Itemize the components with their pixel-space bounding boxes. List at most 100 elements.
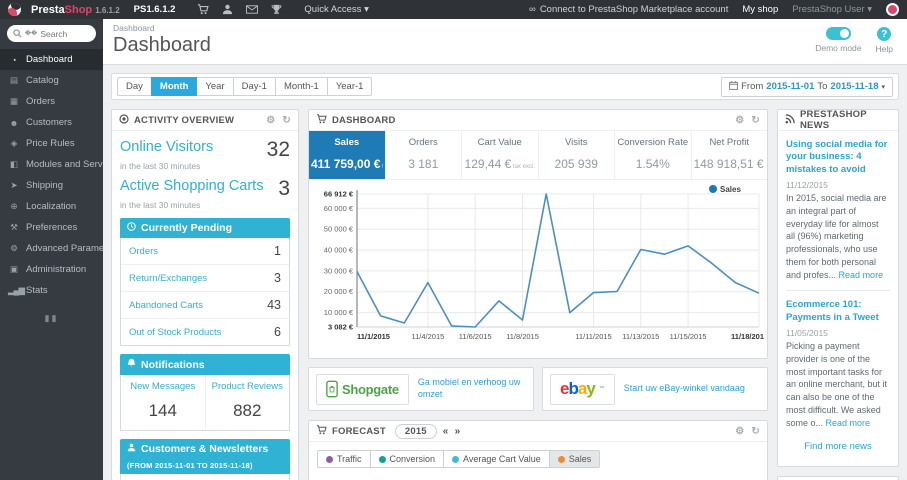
kpi-value: 3 181	[408, 157, 439, 171]
sidebar-item-modules-and-services[interactable]: ◧ Modules and Services	[0, 154, 103, 175]
sidebar-item-localization[interactable]: ⊕ Localization	[0, 196, 103, 217]
svg-text:Sales: Sales	[720, 185, 741, 194]
sidebar-item-shipping[interactable]: ➤ Shipping	[0, 175, 103, 196]
range-button-day-1[interactable]: Day-1	[232, 77, 276, 96]
sidebar-item-orders[interactable]: ▦ Orders	[0, 91, 103, 112]
next-year-button[interactable]: »	[455, 426, 461, 437]
forecast-metric-average-cart-value[interactable]: Average Cart Value	[443, 450, 550, 468]
svg-text:20 000 €: 20 000 €	[324, 287, 354, 296]
sidebar-item-preferences[interactable]: ⚒ Preferences	[0, 217, 103, 238]
online-visitors-link[interactable]: Online Visitors	[120, 139, 213, 155]
notification-product-reviews: Product Reviews 882	[204, 375, 290, 430]
sidebar-item-administration[interactable]: ▣ Administration	[0, 259, 103, 280]
stats-icon: ▂▄▆	[8, 285, 25, 295]
quick-access-menu[interactable]: Quick Access ▾	[304, 4, 368, 15]
forecast-metric-sales[interactable]: Sales	[548, 450, 601, 468]
out-of-stock-products-link[interactable]: Out of Stock Products	[129, 327, 221, 338]
messages-icon[interactable]	[246, 5, 259, 14]
sidebar-search[interactable]: ��	[7, 25, 96, 42]
refresh-icon[interactable]: ↻	[751, 115, 760, 126]
out-of-stock-products-value: 6	[274, 325, 281, 339]
kpi-tab-sales[interactable]: Sales 411 759,00 € tax excl.	[309, 131, 386, 179]
refresh-icon[interactable]: ↻	[751, 426, 760, 437]
panel-title: DASHBOARD	[332, 114, 396, 126]
orders-link[interactable]: Orders	[129, 246, 158, 257]
search-icon	[13, 25, 22, 43]
main-area: Dashboard Dashboard Demo mode ? Help Day…	[103, 19, 907, 480]
read-more-link[interactable]: Read more	[826, 418, 871, 428]
svg-text:3 082 €: 3 082 €	[328, 323, 354, 332]
trophy-icon[interactable]	[271, 4, 282, 15]
sidebar-item-dashboard[interactable]: ◔ Dashboard	[0, 49, 103, 70]
prestashop-logo-icon	[8, 3, 21, 16]
forecast-metric-traffic[interactable]: Traffic	[317, 450, 371, 468]
customers-newsletters-section: Customers & Newsletters (FROM 2015-11-01…	[120, 439, 290, 480]
return-exchanges-link[interactable]: Return/Exchanges	[129, 273, 207, 284]
previous-year-button[interactable]: «	[443, 426, 449, 437]
help-button[interactable]: ? Help	[876, 27, 893, 54]
forecast-metric-label: Average Cart Value	[463, 454, 541, 464]
calendar-icon	[729, 80, 738, 93]
kpi-tab-orders[interactable]: Orders 3 181	[386, 131, 462, 179]
svg-text:10 000 €: 10 000 €	[324, 308, 354, 317]
sales-line-chart: 66 912 € 60 000 € 50 000 € 40 000 € 30 000 €…	[324, 185, 764, 341]
sidebar-item-label: Customers	[26, 117, 72, 128]
kpi-tab-cart-value[interactable]: Cart Value 129,44 € tax excl.	[462, 131, 539, 179]
new-messages-link[interactable]: New Messages	[125, 381, 201, 392]
chevron-down-icon: ▾	[881, 83, 885, 91]
demo-mode-toggle[interactable]: Demo mode	[815, 27, 862, 54]
news-article-title[interactable]: Ecommerce 101: Payments in a Tweet	[786, 299, 890, 324]
topbar-icons	[197, 4, 282, 15]
abandoned-carts-link[interactable]: Abandoned Carts	[129, 300, 203, 311]
gear-icon[interactable]: ⚙	[735, 426, 744, 437]
employee-icon[interactable]	[222, 4, 233, 15]
range-button-year[interactable]: Year	[196, 77, 234, 96]
active-carts-subtitle: in the last 30 minutes	[120, 200, 201, 210]
range-button-month-1[interactable]: Month-1	[274, 77, 328, 96]
dashboard-panel: DASHBOARD ⚙ ↻ Sales 411 759,00 € tax excl.…	[308, 109, 768, 359]
top-bar: PrestaShop 1.6.1.2 PS1.6.1.2 Quick Acces…	[0, 0, 907, 19]
user-menu[interactable]: PrestaShop User ▾	[792, 4, 872, 15]
gear-icon[interactable]: ⚙	[266, 115, 275, 126]
forecast-metric-conversion[interactable]: Conversion	[369, 450, 445, 468]
breadcrumb[interactable]: Dashboard	[113, 23, 897, 33]
notification-new-messages: New Messages 144	[121, 375, 205, 430]
kpi-tab-net-profit[interactable]: Net Profit 148 918,51 € tax excl.	[692, 131, 768, 179]
ebay-ad-link[interactable]: Start uw eBay-winkel vandaag	[624, 383, 745, 395]
sidebar-item-stats[interactable]: ▂▄▆ Stats	[0, 280, 103, 301]
toggle-icon[interactable]	[825, 27, 851, 40]
forecast-year: 2015	[394, 423, 437, 439]
refresh-icon[interactable]: ↻	[282, 115, 291, 126]
help-icon[interactable]: ?	[877, 27, 892, 41]
read-more-link[interactable]: Read more	[839, 270, 884, 280]
gear-icon[interactable]: ⚙	[735, 115, 744, 126]
kpi-tab-conversion-rate[interactable]: Conversion Rate 1.54%	[615, 131, 692, 179]
find-more-news-link[interactable]: Find more news	[786, 429, 890, 458]
sidebar-item-customers[interactable]: ☻ Customers	[0, 112, 103, 133]
localization-icon: ⊕	[10, 201, 17, 211]
search-input[interactable]	[40, 28, 90, 39]
shop-name[interactable]: PS1.6.1.2	[134, 4, 176, 15]
range-button-day[interactable]: Day	[117, 77, 152, 96]
prestashop-news-panel: PRESTASHOP NEWS Using social media for y…	[777, 109, 899, 468]
sidebar-item-catalog[interactable]: ▤ Catalog	[0, 70, 103, 91]
range-button-year-1[interactable]: Year-1	[326, 77, 373, 96]
my-shop-link[interactable]: My shop	[742, 4, 778, 15]
date-range-picker[interactable]: From 2015-11-01 To 2015-11-18 ▾	[721, 76, 893, 97]
news-article-title[interactable]: Using social media for your business: 4 …	[786, 139, 890, 176]
active-carts-link[interactable]: Active Shopping Carts	[120, 178, 263, 194]
cart-icon[interactable]	[197, 4, 210, 15]
user-avatar[interactable]	[886, 3, 899, 16]
kpi-tab-visits[interactable]: Visits 205 939	[539, 131, 615, 179]
sidebar-collapse-button[interactable]: ▮▮	[0, 313, 103, 324]
marketplace-link[interactable]: ∞ Connect to PrestaShop Marketplace accou…	[529, 4, 728, 15]
sidebar-item-advanced-parameters[interactable]: ⚙ Advanced Parameters	[0, 238, 103, 259]
orders-icon: ▦	[9, 96, 18, 106]
product-reviews-link[interactable]: Product Reviews	[210, 381, 286, 392]
currently-pending-section: Currently Pending Orders 1 Return/Exchange…	[120, 218, 290, 346]
range-button-month[interactable]: Month	[150, 77, 198, 96]
shopgate-ad-link[interactable]: Ga mobiel en verhoog uw omzet	[418, 377, 526, 400]
from-date: 2015-11-01	[766, 81, 815, 92]
search-scope-caret-icon[interactable]: ��	[25, 30, 37, 37]
sidebar-item-price-rules[interactable]: ◈ Price Rules	[0, 133, 103, 154]
